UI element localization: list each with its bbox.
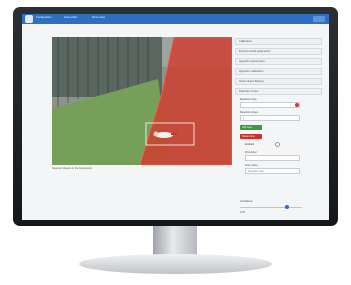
top-navbar: Configuration Zone editor Zone notes — [22, 14, 329, 24]
nav-zone-editor[interactable]: Zone editor — [64, 16, 77, 19]
confidence-slider-thumb[interactable] — [285, 205, 289, 209]
zone-name-label: Zone name — [245, 164, 258, 167]
zone-list-label: Detection zones — [240, 111, 258, 114]
zone-color-swatch[interactable] — [295, 103, 299, 107]
confidence-label: Confidence — [240, 200, 253, 203]
app-logo[interactable] — [25, 15, 33, 23]
camera-view[interactable] — [52, 37, 232, 165]
section-algorithm-parameters[interactable]: Algorithm parameters — [235, 58, 322, 65]
confidence-value: 0.75 — [240, 211, 245, 214]
confidence-slider-track[interactable] — [240, 207, 302, 208]
section-algorithm-calibration[interactable]: Algorithm calibration — [235, 68, 322, 75]
section-calibration[interactable]: Calibration — [235, 38, 322, 45]
zone-index-select[interactable]: 1 — [240, 115, 300, 121]
zone-id-field[interactable] — [245, 155, 300, 161]
zone-color-field[interactable] — [240, 102, 300, 108]
monitor-stand-base — [79, 254, 272, 274]
zone-enabled-checkbox[interactable] — [275, 142, 280, 147]
nav-configuration[interactable]: Configuration — [36, 16, 51, 19]
zone-enabled-label: Enabled — [245, 143, 255, 146]
zone-name-field[interactable]: Detection zone — [245, 168, 300, 174]
nav-zone-notes[interactable]: Zone notes — [92, 16, 105, 19]
zone-id-label: ID number — [245, 151, 257, 154]
app-screen: Configuration Zone editor Zone notes Seg… — [22, 14, 329, 220]
add-zone-button[interactable]: Add zone — [240, 125, 262, 130]
zone-color-label: Detection zone — [240, 98, 257, 101]
video-caption: Segment objects in the foreground — [52, 167, 92, 170]
top-action-button[interactable] — [313, 16, 325, 22]
delete-zone-button[interactable]: Delete zone — [240, 134, 262, 139]
section-environmental[interactable]: Environmental parameters — [235, 48, 322, 55]
section-ghost-filtering[interactable]: Ghost object filtering — [235, 78, 322, 85]
section-detection-zones[interactable]: Detection zones — [235, 88, 322, 95]
camera-scene — [52, 37, 232, 165]
monitor-stand-neck — [153, 226, 197, 256]
